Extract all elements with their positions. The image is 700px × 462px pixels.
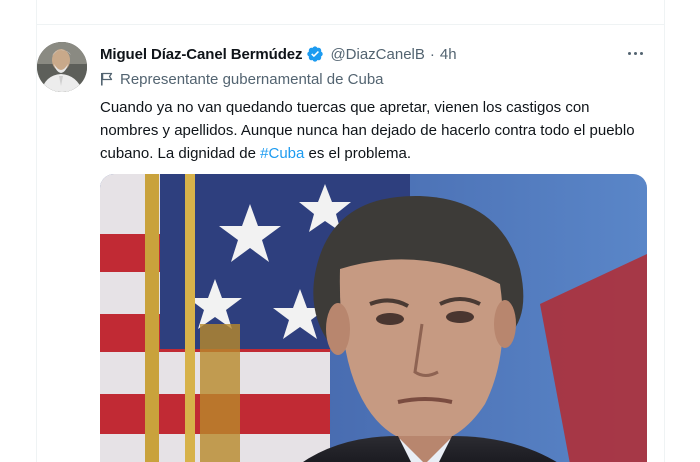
- timeline-border-right: [664, 0, 665, 462]
- avatar[interactable]: [37, 42, 87, 92]
- hashtag-link[interactable]: #Cuba: [260, 145, 304, 162]
- tweet-text: Cuando ya no van quedando tuercas que ap…: [100, 96, 645, 165]
- government-label-text: Representante gubernamental de Cuba: [120, 70, 384, 88]
- tweet-text-end: es el problema.: [304, 145, 412, 162]
- verified-badge-icon: [307, 46, 324, 62]
- tweet-timestamp[interactable]: 4h: [440, 46, 457, 63]
- tweet-header: Miguel Díaz-Canel Bermúdez @DiazCanelB ·…: [100, 43, 660, 65]
- government-label[interactable]: Representante gubernamental de Cuba: [100, 70, 384, 88]
- government-flag-icon: [101, 72, 113, 86]
- tweet-card[interactable]: Miguel Díaz-Canel Bermúdez @DiazCanelB ·…: [37, 25, 664, 462]
- tweet-media-image[interactable]: [100, 174, 647, 462]
- author-name[interactable]: Miguel Díaz-Canel Bermúdez: [100, 46, 303, 63]
- author-handle[interactable]: @DiazCanelB: [330, 46, 424, 63]
- header-separator: ·: [429, 45, 435, 63]
- more-options-icon[interactable]: [623, 43, 647, 63]
